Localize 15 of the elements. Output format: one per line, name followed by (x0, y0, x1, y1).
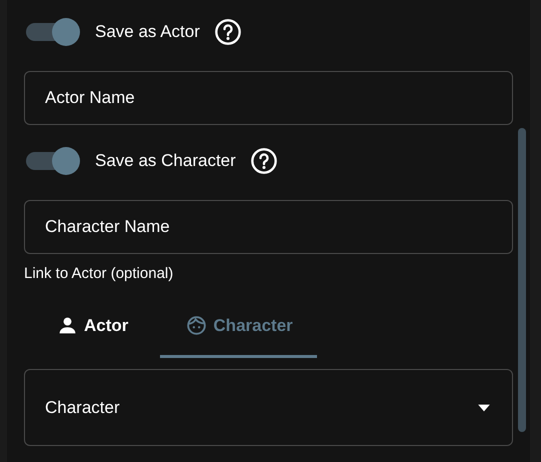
tab[interactable]: Character (160, 296, 317, 358)
help-icon (214, 18, 242, 46)
tab[interactable]: Actor (39, 296, 150, 358)
scrollbar[interactable] (518, 128, 526, 432)
toggle-switch[interactable] (26, 18, 82, 46)
toggle-label: Save as Actor (95, 22, 200, 42)
face-icon (186, 315, 208, 336)
text-field[interactable]: Actor Name (24, 71, 513, 125)
person-icon (57, 315, 78, 336)
dropdown[interactable]: Character (24, 369, 513, 446)
help-icon (250, 147, 278, 175)
text-field[interactable]: Character Name (24, 200, 513, 254)
field-label: Link to Actor (optional) (24, 264, 174, 284)
toggle-switch[interactable] (26, 147, 82, 175)
toggle-label: Save as Character (95, 151, 236, 171)
